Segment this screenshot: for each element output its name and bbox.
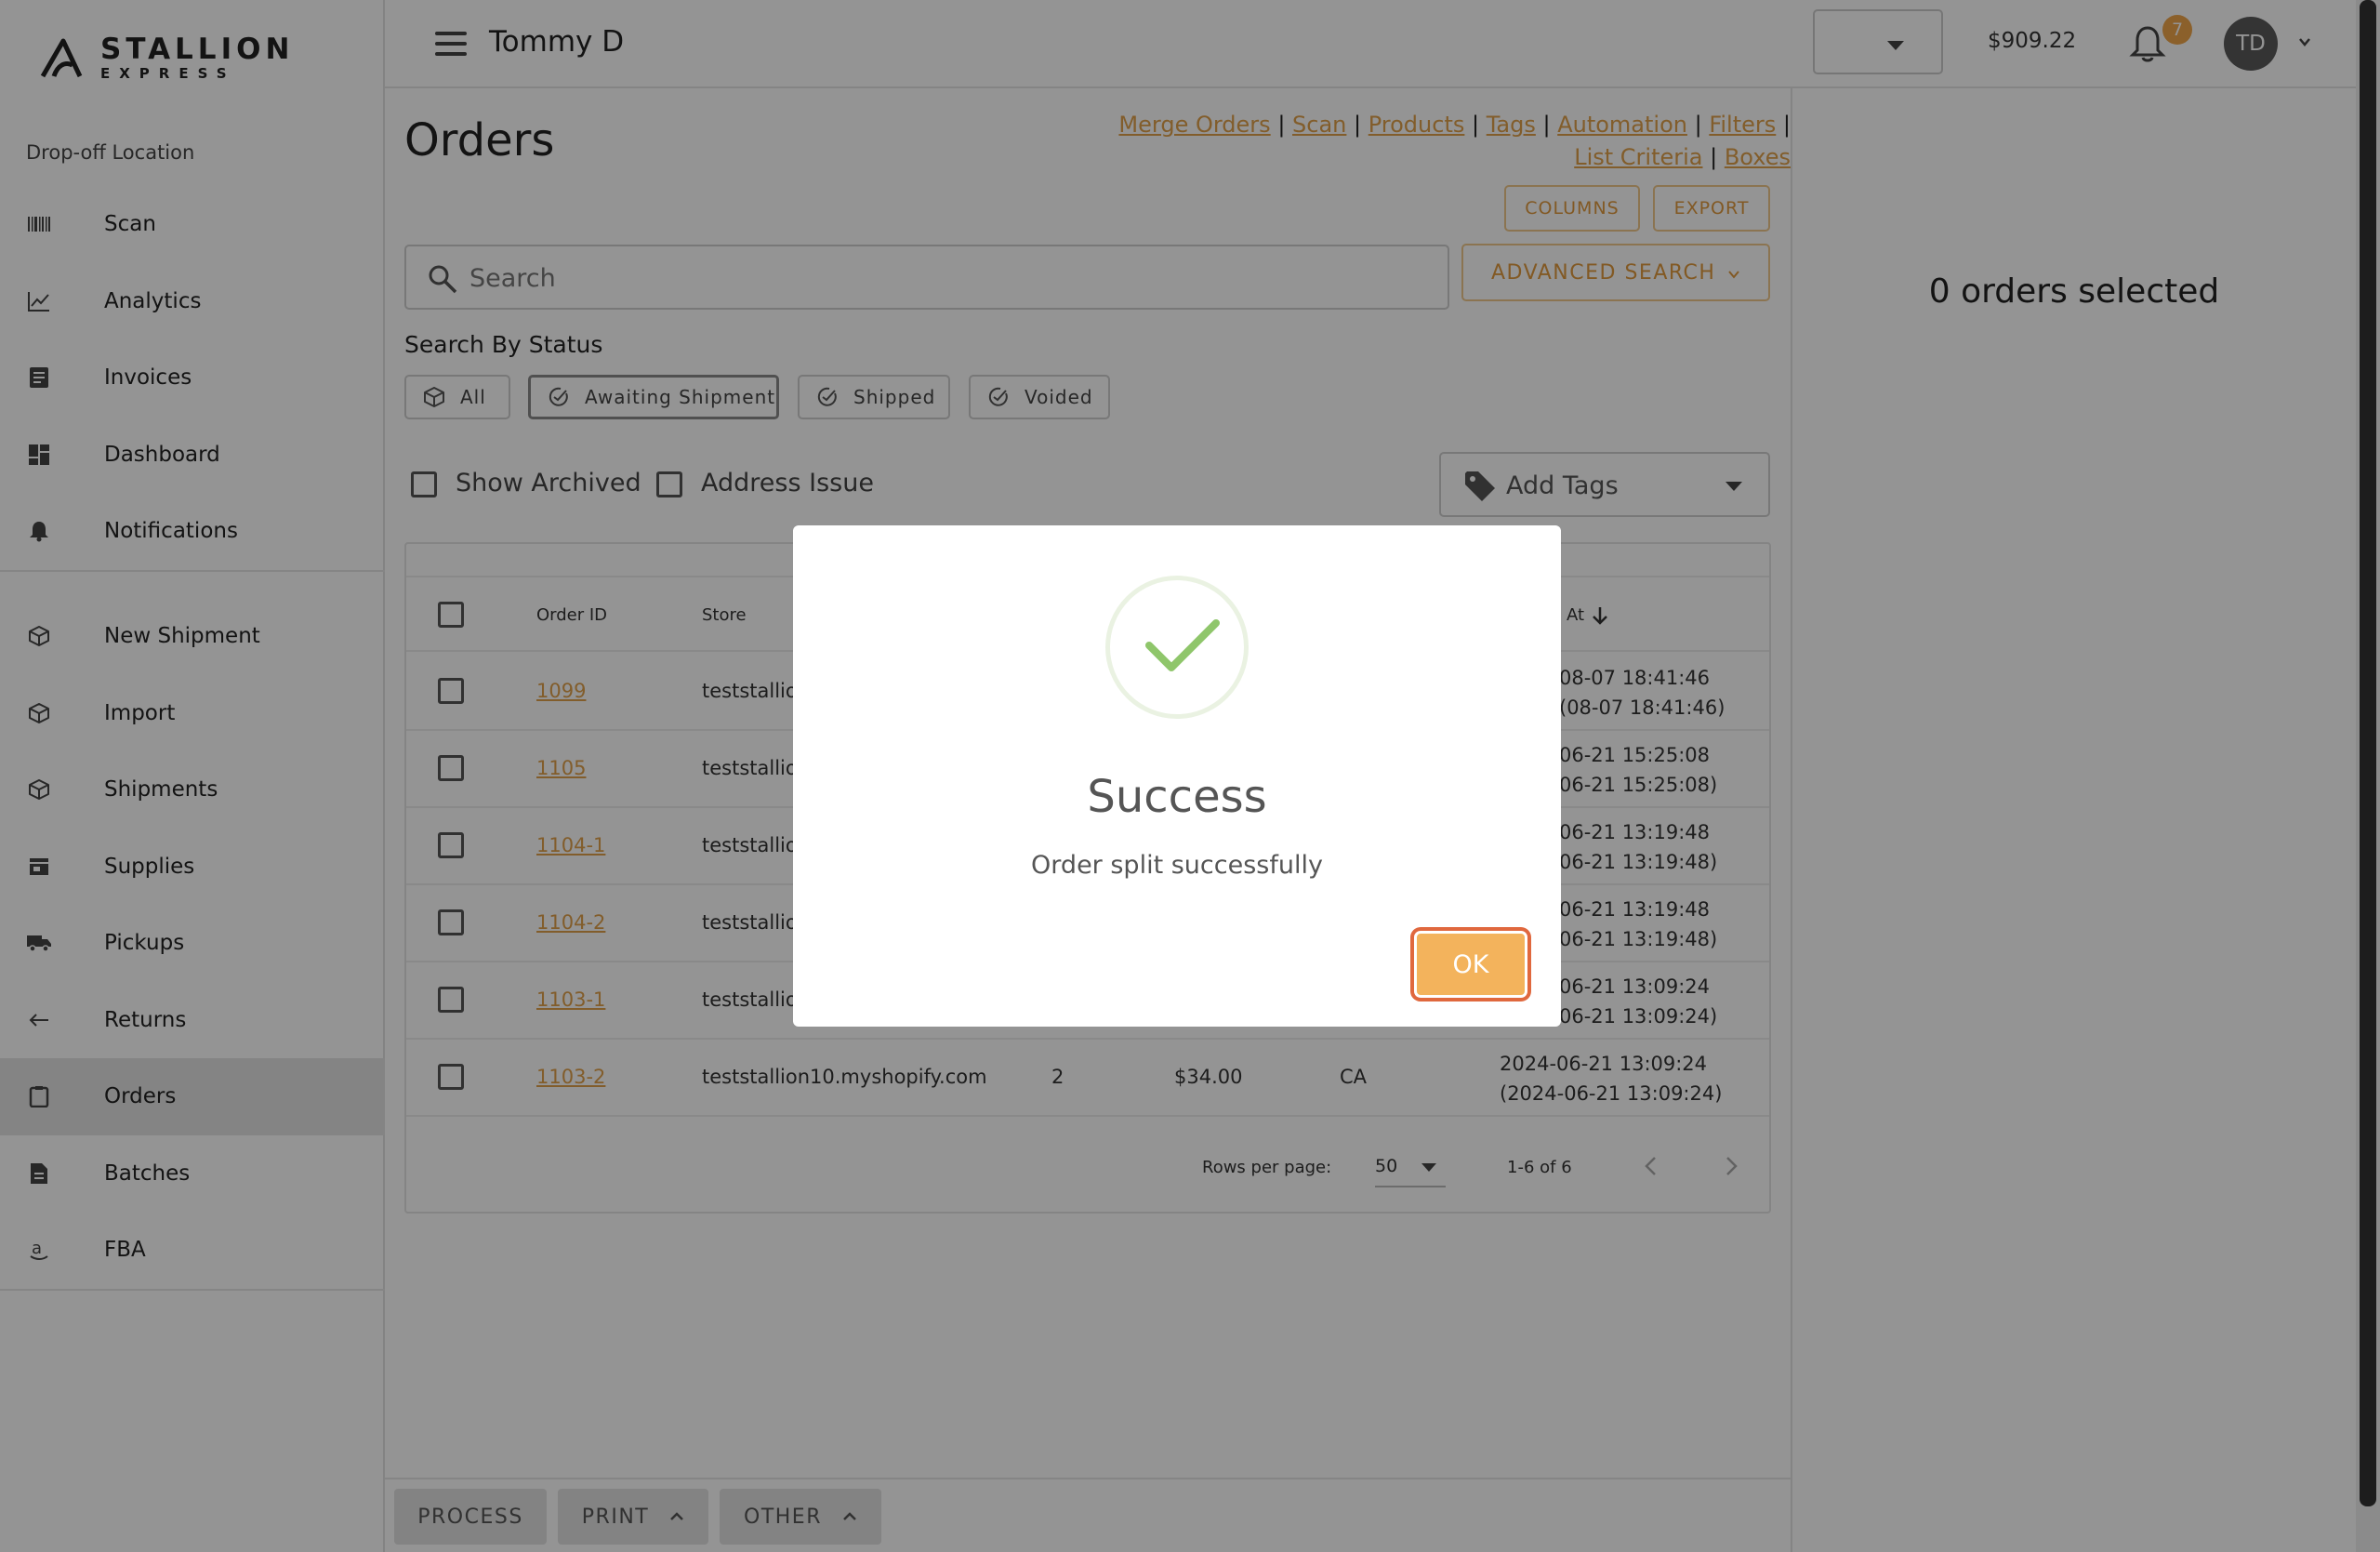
ok-button[interactable]: OK — [1414, 931, 1527, 998]
success-dialog: Success Order split successfully OK — [793, 525, 1561, 1027]
success-icon — [1105, 576, 1249, 719]
modal-backdrop[interactable]: Success Order split successfully OK — [0, 0, 2380, 1552]
dialog-message: Order split successfully — [1031, 851, 1323, 880]
dialog-title: Success — [1087, 771, 1267, 823]
checkmark-icon — [1145, 619, 1220, 671]
